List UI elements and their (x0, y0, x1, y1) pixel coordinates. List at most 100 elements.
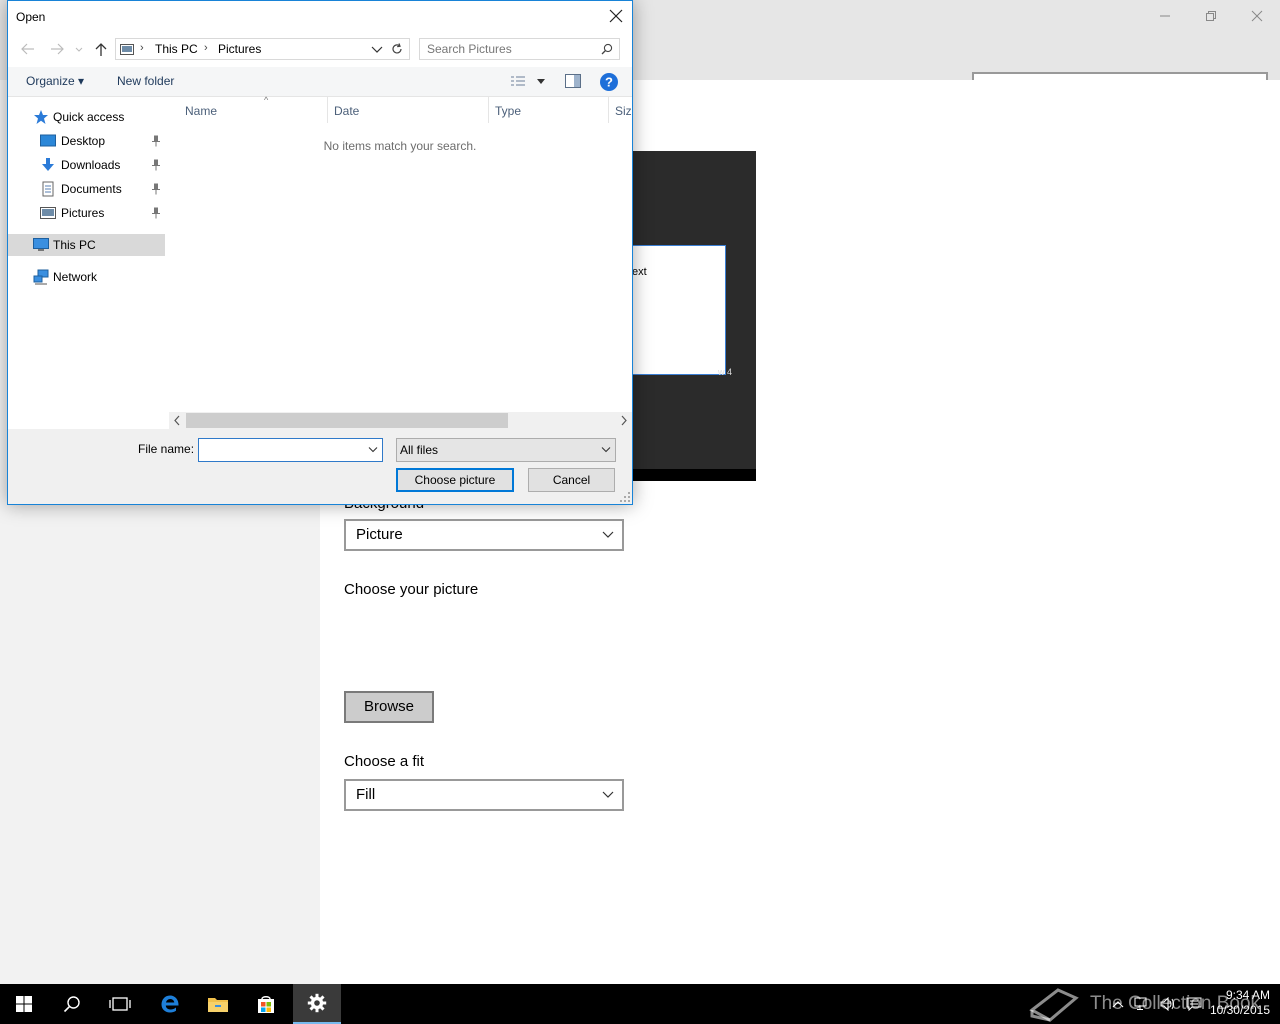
taskbar-search-button[interactable] (48, 984, 96, 1024)
column-header-date[interactable]: Date (328, 97, 489, 123)
forward-arrow-icon[interactable] (49, 41, 65, 57)
settings-taskbar-button[interactable] (293, 984, 341, 1024)
desktop-icon (40, 134, 56, 147)
cancel-button[interactable]: Cancel (528, 468, 615, 492)
minimize-button[interactable] (1142, 0, 1188, 32)
recent-locations-icon[interactable] (74, 41, 84, 57)
nav-documents[interactable]: Documents (8, 178, 165, 200)
search-icon (63, 996, 80, 1013)
nav-network[interactable]: Network (8, 266, 165, 288)
preview-taskbar (632, 469, 756, 481)
pictures-folder-icon (120, 44, 134, 55)
breadcrumb-separator: › (204, 42, 208, 54)
file-type-value: All files (400, 443, 439, 457)
column-header-name[interactable]: Name ^ (179, 95, 328, 123)
file-explorer-button[interactable] (194, 984, 242, 1024)
pin-icon (152, 207, 160, 219)
fit-value: Fill (356, 786, 376, 803)
file-name-combobox[interactable] (198, 438, 383, 462)
chevron-down-icon (602, 531, 614, 538)
dialog-titlebar: Open (8, 1, 632, 31)
pin-icon (152, 135, 160, 147)
column-label: Type (495, 104, 522, 118)
column-header-type[interactable]: Type (489, 97, 609, 123)
organize-menu[interactable]: Organize ▾ (26, 74, 84, 88)
navigation-pane: Quick access Desktop Downloads Documents… (8, 97, 168, 429)
browse-button[interactable]: Browse (344, 691, 434, 723)
network-icon (33, 269, 49, 285)
scroll-right-icon[interactable] (618, 415, 629, 426)
nav-label: This PC (53, 238, 96, 252)
store-button[interactable] (242, 984, 290, 1024)
address-dropdown-icon[interactable] (371, 45, 383, 55)
help-icon[interactable]: ? (599, 72, 619, 92)
new-folder-button[interactable]: New folder (117, 74, 174, 88)
breadcrumb-separator: › (140, 42, 144, 54)
view-options-icon[interactable] (510, 75, 526, 89)
horizontal-scrollbar[interactable] (169, 412, 632, 429)
dialog-search-box[interactable] (419, 38, 620, 60)
lock-screen-preview: ext w 4 (632, 151, 756, 481)
dialog-command-bar: Organize ▾ New folder ? (8, 67, 632, 97)
empty-message: No items match your search. (323, 139, 477, 153)
nav-label: Network (53, 270, 98, 284)
column-label: Date (334, 104, 360, 118)
watermark-text: The Collection Book (1090, 993, 1261, 1014)
background-dropdown[interactable]: Picture (344, 519, 624, 551)
chevron-down-icon[interactable] (368, 446, 378, 454)
task-view-button[interactable] (96, 984, 144, 1024)
nav-label: Pictures (61, 206, 105, 220)
nav-pictures[interactable]: Pictures (8, 202, 165, 224)
nav-label: Downloads (61, 158, 121, 172)
column-header-size[interactable]: Size (609, 97, 632, 123)
scroll-left-icon[interactable] (172, 415, 183, 426)
up-arrow-icon[interactable] (93, 41, 109, 57)
book-icon (1029, 988, 1079, 1022)
column-label: Size (615, 104, 632, 118)
store-icon (258, 996, 274, 1013)
dialog-close-icon[interactable] (606, 6, 626, 26)
edge-button[interactable] (146, 984, 194, 1024)
star-icon (34, 110, 48, 124)
nav-label: Quick access (53, 110, 125, 124)
watermark: The Collection Book (1028, 984, 1260, 1024)
nav-this-pc[interactable]: This PC (8, 234, 165, 256)
dialog-title: Open (16, 10, 46, 24)
restore-button[interactable] (1188, 0, 1234, 32)
breadcrumb-this-pc[interactable]: This PC (155, 42, 198, 56)
dialog-search-input[interactable] (427, 42, 592, 56)
nav-label: Documents (61, 182, 122, 196)
close-icon (1251, 10, 1263, 22)
edge-icon (161, 995, 179, 1013)
nav-label: Desktop (61, 134, 106, 148)
file-type-dropdown[interactable]: All files (396, 438, 616, 462)
settings-gear-icon (307, 993, 327, 1013)
choose-fit-label: Choose a fit (344, 753, 425, 770)
restore-icon (1206, 11, 1216, 21)
nav-quick-access[interactable]: Quick access (8, 106, 165, 128)
pictures-icon (40, 207, 56, 219)
scrollbar-thumb[interactable] (186, 413, 508, 428)
resize-grip-icon[interactable] (620, 492, 630, 502)
chevron-down-icon (602, 791, 614, 798)
nav-desktop[interactable]: Desktop (8, 130, 165, 152)
file-name-input[interactable] (203, 443, 358, 457)
choose-picture-button[interactable]: Choose picture (396, 468, 514, 492)
pin-icon (152, 183, 160, 195)
background-value: Picture (356, 526, 403, 543)
nav-downloads[interactable]: Downloads (8, 154, 165, 176)
start-button[interactable] (0, 984, 48, 1024)
close-button[interactable] (1234, 0, 1280, 32)
start-icon (16, 996, 32, 1012)
address-bar[interactable]: › This PC › Pictures (115, 38, 410, 60)
column-label: Name (185, 104, 218, 118)
preview-pane-icon[interactable] (565, 74, 581, 88)
breadcrumb-pictures[interactable]: Pictures (218, 42, 261, 56)
preview-window: ext (632, 245, 726, 375)
refresh-icon[interactable] (390, 42, 404, 56)
view-dropdown-icon[interactable] (536, 78, 546, 86)
pin-icon (152, 159, 160, 171)
chevron-down-icon (601, 447, 611, 453)
back-arrow-icon[interactable] (20, 41, 36, 57)
fit-dropdown[interactable]: Fill (344, 779, 624, 811)
